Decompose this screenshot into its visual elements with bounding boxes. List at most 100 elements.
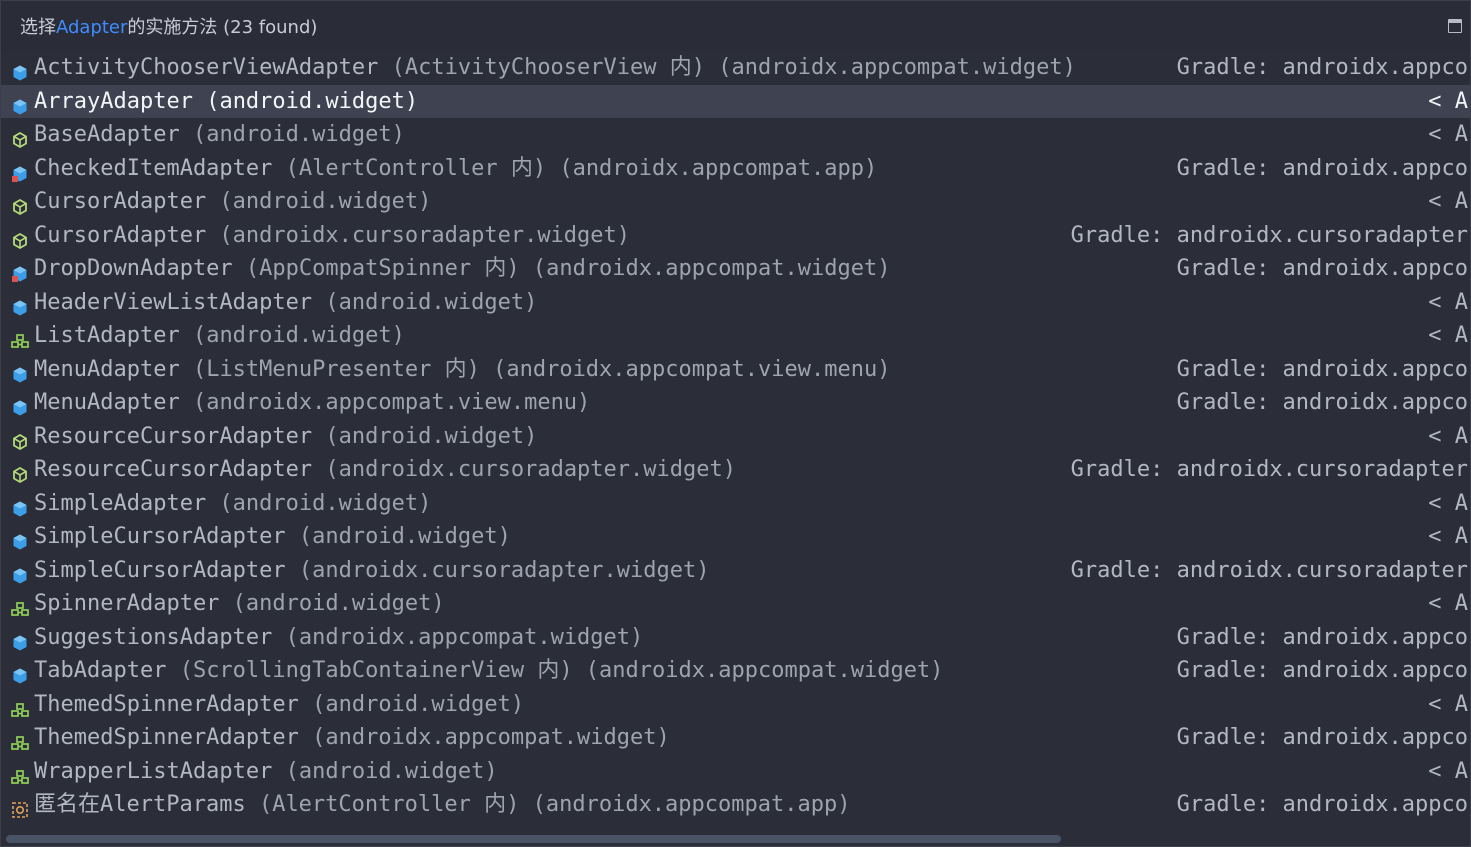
implementation-row[interactable]: BaseAdapter (android.widget) < A [1,118,1470,152]
row-text: ResourceCursorAdapter (android.widget) [34,420,537,454]
library-source: < A [1428,591,1468,616]
row-text: DropDownAdapter (AppCompatSpinner 内) (an… [34,252,890,286]
implementation-row[interactable]: MenuAdapter (androidx.appcompat.view.men… [1,386,1470,420]
title-highlight: Adapter [56,17,128,38]
implementation-row[interactable]: CursorAdapter (android.widget) < A [1,185,1470,219]
class-name: SimpleAdapter [34,490,207,516]
row-text: CursorAdapter (androidx.cursoradapter.wi… [34,219,630,253]
abstract-icon [11,227,29,249]
class-name: ArrayAdapter [34,88,193,114]
popup-title: 选择Adapter的实施方法 (23 found) [20,13,317,39]
implementation-row[interactable]: ActivityChooserViewAdapter (ActivityChoo… [1,51,1470,85]
implementation-row[interactable]: ArrayAdapter (android.widget) < A [1,84,1470,119]
interface-icon [11,595,29,616]
implementations-popup: 选择Adapter的实施方法 (23 found) ActivityChoose… [0,0,1471,847]
row-text: ListAdapter (android.widget) [34,319,405,353]
row-text: MenuAdapter (androidx.appcompat.view.men… [34,386,590,420]
package-location: (AppCompatSpinner 内) (androidx.appcompat… [232,256,891,281]
class-name: CursorAdapter [34,189,207,214]
library-source: Gradle: androidx.cursoradapter [1070,457,1468,482]
class-icon [11,361,29,382]
implementation-row[interactable]: CheckedItemAdapter (AlertController 内) (… [1,152,1470,186]
implementation-row[interactable]: SpinnerAdapter (android.widget) < A [1,587,1470,621]
library-source: < A [1428,758,1468,784]
row-text: SimpleCursorAdapter (androidx.cursoradap… [34,554,710,588]
row-text: SpinnerAdapter (android.widget) [34,587,445,621]
row-text: HeaderViewListAdapter (android.widget) [34,286,537,320]
class-icon [11,495,29,516]
implementation-row[interactable]: HeaderViewListAdapter (android.widget) < … [1,286,1470,320]
class-name: TabAdapter [34,658,167,683]
package-location: (ActivityChooserView 内) (androidx.appcom… [378,55,1076,80]
row-text: ResourceCursorAdapter (androidx.cursorad… [34,453,736,487]
library-source: Gradle: androidx.appco [1176,725,1468,750]
row-text: CheckedItemAdapter (AlertController 内) (… [34,152,877,186]
implementation-row[interactable]: SimpleCursorAdapter (android.widget) < A [1,520,1470,554]
implementation-row[interactable]: CursorAdapter (androidx.cursoradapter.wi… [1,219,1470,253]
abstract-icon [11,193,29,216]
anonymous-icon [11,796,29,818]
implementation-row[interactable]: ThemedSpinnerAdapter (android.widget) < A [1,688,1470,722]
implementation-row[interactable]: TabAdapter (ScrollingTabContainerView 内)… [1,654,1470,688]
abstract-icon [11,428,29,450]
implementation-row[interactable]: ResourceCursorAdapter (android.widget) < … [1,420,1470,454]
pin-window-icon[interactable] [1448,19,1462,33]
class-name: ListAdapter [34,323,180,348]
package-location: (android.widget) [206,490,432,516]
class-name: ResourceCursorAdapter [34,423,313,449]
row-text: MenuAdapter (ListMenuPresenter 内) (andro… [34,353,890,387]
row-text: SimpleAdapter (android.widget) [34,487,431,521]
row-text: ThemedSpinnerAdapter (androidx.appcompat… [34,721,670,755]
class-icon [11,562,29,583]
implementation-row[interactable]: ListAdapter (android.widget) < A [1,319,1470,353]
class-name: ThemedSpinnerAdapter [34,691,299,717]
implementation-row[interactable]: WrapperListAdapter (android.widget) < A [1,755,1470,789]
library-source: Gradle: androidx.appco [1176,658,1468,683]
library-source: Gradle: androidx.cursoradapter [1070,222,1468,248]
library-source: < A [1428,189,1468,214]
implementation-row[interactable]: 匿名在AlertParams (AlertController 内) (andr… [1,788,1470,822]
class-locked-icon [11,260,29,282]
package-location: (androidx.appcompat.view.menu) [179,390,591,415]
interface-icon [11,763,29,784]
class-icon [11,93,29,114]
package-location: (androidx.cursoradapter.widget) [312,457,736,482]
package-location: (android.widget) [206,189,432,214]
row-text: WrapperListAdapter (android.widget) [34,755,498,789]
class-name: SimpleCursorAdapter [34,524,286,549]
implementations-list: ActivityChooserViewAdapter (ActivityChoo… [1,51,1470,822]
implementation-row[interactable]: SimpleCursorAdapter (androidx.cursoradap… [1,554,1470,588]
library-source: Gradle: androidx.appco [1176,624,1468,650]
library-source: < A [1428,122,1468,147]
library-source: < A [1428,524,1468,549]
implementation-row[interactable]: ResourceCursorAdapter (androidx.cursorad… [1,453,1470,487]
row-text: TabAdapter (ScrollingTabContainerView 内)… [34,654,943,688]
package-location: (android.widget) [285,524,511,549]
interface-icon [11,327,29,348]
implementation-row[interactable]: ThemedSpinnerAdapter (androidx.appcompat… [1,721,1470,755]
row-text: SuggestionsAdapter (androidx.appcompat.w… [34,621,643,655]
abstract-icon [11,126,29,149]
class-name: SpinnerAdapter [34,591,220,616]
package-location: (ListMenuPresenter 内) (androidx.appcompa… [179,356,891,382]
package-location: (android.widget) [192,88,419,114]
class-name: CursorAdapter [34,222,207,248]
package-location: (AlertController 内) (androidx.appcompat.… [272,155,878,181]
library-source: Gradle: androidx.appco [1176,155,1468,181]
row-text: ActivityChooserViewAdapter (ActivityChoo… [34,51,1076,85]
class-icon [11,528,29,550]
horizontal-scrollbar[interactable] [6,835,1061,843]
class-name: SimpleCursorAdapter [34,557,286,583]
class-name: 匿名在AlertParams [34,792,246,817]
abstract-icon [11,461,29,484]
row-text: BaseAdapter (android.widget) [34,118,405,152]
implementation-row[interactable]: DropDownAdapter (AppCompatSpinner 内) (an… [1,252,1470,286]
class-icon [11,394,29,416]
package-location: (android.widget) [312,289,538,315]
implementation-row[interactable]: SimpleAdapter (android.widget) < A [1,487,1470,521]
library-source: Gradle: androidx.appco [1176,390,1468,415]
row-text: ArrayAdapter (android.widget) [34,85,418,119]
implementation-row[interactable]: SuggestionsAdapter (androidx.appcompat.w… [1,621,1470,655]
implementation-row[interactable]: MenuAdapter (ListMenuPresenter 内) (andro… [1,353,1470,387]
class-icon [11,629,29,650]
